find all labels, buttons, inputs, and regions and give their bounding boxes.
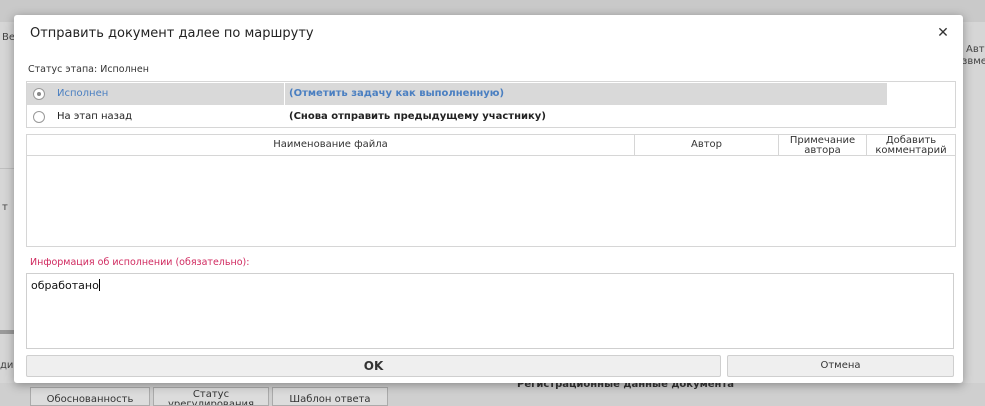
- column-author[interactable]: Автор: [635, 135, 779, 156]
- route-options-list: Исполнен (Отметить задачу как выполненну…: [26, 81, 956, 128]
- cancel-button[interactable]: Отмена: [727, 355, 954, 377]
- option-separator: [284, 83, 285, 105]
- stage-status-label: Статус этапа: Исполнен: [28, 64, 149, 75]
- option-completed[interactable]: Исполнен (Отметить задачу как выполненну…: [27, 83, 887, 105]
- radio-step-back[interactable]: [33, 111, 45, 123]
- column-add-comment[interactable]: Добавить комментарий: [867, 135, 955, 156]
- dialog-title: Отправить документ далее по маршруту: [30, 26, 314, 41]
- background-divider: [0, 168, 14, 169]
- execution-info-label: Информация об исполнении (обязательно):: [30, 257, 250, 268]
- ok-button[interactable]: OK: [26, 355, 721, 377]
- option-completed-name: Исполнен: [57, 88, 109, 99]
- background-tab-justification: Обоснованность: [30, 387, 150, 406]
- radio-completed[interactable]: [33, 88, 45, 100]
- route-dialog: Отправить документ далее по маршруту ✕ С…: [14, 15, 963, 383]
- background-right-text-2: звмен: [962, 56, 985, 67]
- execution-info-value: обработано: [31, 279, 99, 292]
- close-icon[interactable]: ✕: [935, 25, 951, 41]
- execution-info-textarea[interactable]: обработано: [26, 273, 954, 349]
- files-table: Наименование файла Автор Примечание авто…: [26, 134, 956, 247]
- background-left-text-2: т: [2, 202, 8, 213]
- option-step-back[interactable]: На этап назад (Снова отправить предыдуще…: [27, 106, 887, 128]
- option-step-back-name: На этап назад: [57, 111, 133, 122]
- background-tab-reply-template: Шаблон ответа: [272, 387, 388, 406]
- background-right-text-1: Авто: [966, 44, 985, 55]
- column-file-name[interactable]: Наименование файла: [27, 135, 635, 156]
- option-step-back-description: (Снова отправить предыдущему участнику): [289, 111, 546, 122]
- background-left-text-3: ди: [0, 360, 14, 371]
- background-tab-settlement-status: Статус урегулирования: [153, 387, 269, 406]
- background-scrollbar: [0, 330, 14, 334]
- text-caret: [98, 279, 100, 291]
- option-completed-description: (Отметить задачу как выполненную): [289, 88, 505, 99]
- column-author-note[interactable]: Примечание автора: [779, 135, 867, 156]
- files-table-header: Наименование файла Автор Примечание авто…: [27, 135, 955, 156]
